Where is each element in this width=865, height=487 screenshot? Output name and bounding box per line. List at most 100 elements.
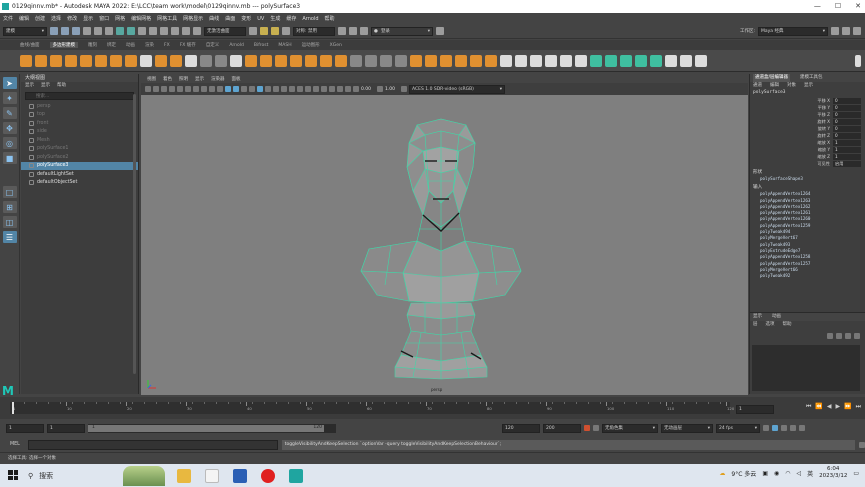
grid-icon[interactable] — [177, 86, 183, 92]
go-to-start-icon[interactable]: ⏮ — [806, 403, 811, 411]
sound-icon[interactable] — [781, 425, 787, 431]
notification-icon[interactable]: ▭ — [853, 470, 859, 477]
menu-item[interactable]: 修改 — [67, 15, 77, 22]
outliner-item[interactable]: polySurface3 — [21, 161, 138, 170]
layer-menu-item[interactable]: 选项 — [766, 321, 775, 329]
time-ruler[interactable]: 1 10 20 30 40 50 60 70 80 90 100 110 120 — [10, 402, 734, 414]
wifi-icon[interactable]: ◠ — [785, 470, 790, 477]
wedge-icon[interactable] — [455, 54, 467, 67]
menu-item[interactable]: 编辑 — [19, 15, 29, 22]
taskbar-search[interactable]: ⚲ 搜索 — [28, 471, 53, 481]
color-management-icon[interactable] — [401, 86, 407, 92]
lasso-tool-icon[interactable]: ✦ — [2, 92, 17, 104]
channel-menu-item[interactable]: 编辑 — [770, 82, 779, 90]
symmetry-dropdown[interactable]: 对称: 禁用 — [293, 26, 335, 36]
gamma-field[interactable]: 1.00 — [385, 87, 399, 92]
poly-sphere-icon[interactable] — [20, 54, 32, 67]
maya-taskbar-icon[interactable] — [289, 468, 304, 483]
end-time-field[interactable]: 200 — [543, 423, 581, 433]
channel-value[interactable]: 0 — [833, 97, 861, 104]
separate-icon[interactable] — [260, 54, 272, 67]
shelf-tab[interactable]: 自定义 — [206, 42, 220, 48]
channel-object-name[interactable]: polySurface3 — [750, 90, 865, 97]
shelf-tab[interactable]: 运动图形 — [302, 42, 320, 48]
playback-start-field[interactable]: 1 — [47, 423, 85, 433]
layer-up-icon[interactable] — [845, 333, 851, 339]
shape-node[interactable]: polySurfaceShape3 — [750, 176, 865, 182]
edge-loop-icon[interactable] — [560, 54, 572, 67]
motion-blur-icon[interactable] — [305, 86, 311, 92]
layer-tab[interactable]: 显示 — [753, 313, 762, 321]
current-frame-field[interactable]: 1 — [736, 405, 774, 414]
depth-of-field-icon[interactable] — [321, 86, 327, 92]
channel-value[interactable]: 1 — [833, 153, 861, 160]
super-shape-icon[interactable] — [140, 54, 152, 67]
append-icon[interactable] — [395, 54, 407, 67]
bevel-icon[interactable] — [380, 54, 392, 67]
four-view-layout-icon[interactable]: ⊞ — [2, 201, 17, 213]
poly-disc-icon[interactable] — [110, 54, 122, 67]
target-weld-icon[interactable] — [515, 54, 527, 67]
menu-item[interactable]: 显示 — [83, 15, 93, 22]
shadows-icon[interactable] — [289, 86, 295, 92]
character-set-dropdown[interactable]: 无角色集 ▾ — [602, 423, 658, 433]
weather-text[interactable]: 9°C 多云 — [731, 469, 756, 478]
combine-icon[interactable] — [245, 54, 257, 67]
workspace-dropdown[interactable]: Maya 经典 ▾ — [758, 26, 828, 36]
outliner-item[interactable]: polySurface1 — [21, 145, 138, 154]
menu-item[interactable]: 窗口 — [99, 15, 109, 22]
grow-selection-icon[interactable] — [650, 54, 662, 67]
fps-dropdown[interactable]: 24 fps ▾ — [716, 423, 760, 433]
select-component-icon[interactable] — [127, 27, 135, 35]
shelf-tab[interactable]: MASH — [278, 43, 291, 48]
outliner-item[interactable]: Mesh — [21, 136, 138, 145]
mirror-icon[interactable] — [305, 54, 317, 67]
viewport-menu-item[interactable]: 渲染器 — [211, 76, 225, 82]
outliner-layout-icon[interactable]: ☰ — [2, 231, 17, 243]
channel-row[interactable]: 平移 Y0 — [750, 104, 865, 111]
shelf-tab[interactable]: FX 缓存 — [180, 42, 196, 48]
ipr-render-icon[interactable] — [271, 27, 279, 35]
play-forward-icon[interactable]: ▶ — [835, 403, 840, 411]
offset-edge-icon[interactable] — [575, 54, 587, 67]
smooth-shade-icon[interactable] — [233, 86, 239, 92]
viewport-menu-item[interactable]: 视图 — [147, 76, 156, 82]
exposure-field[interactable]: 0.00 — [361, 87, 375, 92]
outliner-item[interactable]: front — [21, 119, 138, 128]
camera-select-icon[interactable] — [145, 86, 151, 92]
smooth-icon[interactable] — [275, 54, 287, 67]
record-app-icon[interactable] — [261, 468, 276, 483]
soft-select-icon[interactable] — [695, 54, 707, 67]
new-layer-icon[interactable] — [827, 333, 833, 339]
shelf-tab[interactable]: 动画 — [126, 42, 135, 48]
channel-value[interactable]: 0 — [833, 132, 861, 139]
channel-value[interactable]: 0 — [833, 125, 861, 132]
svg-tool-icon[interactable] — [185, 54, 197, 67]
multi-cut-icon[interactable] — [500, 54, 512, 67]
select-tool-icon[interactable]: ➤ — [2, 77, 17, 89]
snap-curve-icon[interactable] — [149, 27, 157, 35]
ambient-occlusion-icon[interactable] — [297, 86, 303, 92]
show-hide-attribute-editor-icon[interactable] — [842, 27, 850, 35]
select-edge-loop-icon[interactable] — [590, 54, 602, 67]
view-transform-dropdown[interactable]: ACES 1.0 SDR-video (sRGB) ▾ — [409, 84, 505, 94]
xray-icon[interactable] — [265, 86, 271, 92]
render-frame-icon[interactable] — [260, 27, 268, 35]
xray-components-icon[interactable] — [345, 86, 351, 92]
channel-row[interactable]: 平移 Z0 — [750, 111, 865, 118]
clock[interactable]: 6:04 2023/3/12 — [819, 466, 847, 480]
rotate-tool-icon[interactable]: ◎ — [2, 137, 17, 149]
render-settings-icon[interactable] — [282, 27, 290, 35]
select-object-icon[interactable] — [116, 27, 124, 35]
command-language-label[interactable]: MEL — [10, 442, 24, 447]
two-view-layout-icon[interactable]: ◫ — [2, 216, 17, 228]
channel-row[interactable]: 旋转 Z0 — [750, 132, 865, 139]
exposure-icon[interactable] — [353, 86, 359, 92]
outliner-search-input[interactable]: 搜索... — [25, 92, 134, 100]
outliner-scrollbar[interactable] — [133, 94, 136, 374]
cloud-icon[interactable] — [349, 27, 357, 35]
channel-row[interactable]: 可见性 启用 — [750, 160, 865, 167]
isolate-select-icon[interactable] — [329, 86, 335, 92]
snap-point-icon[interactable] — [160, 27, 168, 35]
playback-end-field[interactable]: 120 — [502, 423, 540, 433]
